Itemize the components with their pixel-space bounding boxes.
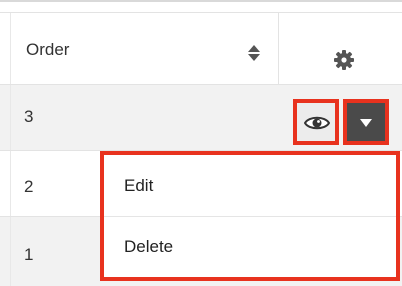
table-row[interactable]: 3: [0, 85, 402, 151]
order-cell: 1: [24, 245, 34, 264]
top-divider: [0, 0, 402, 2]
row-actions-menu: Edit Delete: [100, 151, 400, 281]
order-column-header[interactable]: Order: [26, 40, 69, 60]
preview-button[interactable]: [293, 99, 339, 145]
row-actions-dropdown-button[interactable]: [343, 99, 389, 145]
records-table: Order 3 2 1 Edit Delete: [0, 0, 402, 286]
gear-icon[interactable]: [333, 49, 355, 71]
column-divider: [10, 151, 11, 216]
order-cell: 2: [24, 177, 34, 196]
order-cell: 3: [24, 107, 34, 126]
column-divider: [10, 13, 11, 84]
eye-icon: [304, 116, 330, 130]
column-divider: [10, 217, 11, 286]
delete-menu-item[interactable]: Delete: [104, 217, 396, 277]
table-header-row: Order: [0, 12, 402, 85]
column-divider: [10, 85, 11, 150]
sort-updown-icon[interactable]: [247, 43, 261, 63]
caret-down-icon: [360, 119, 372, 127]
column-divider: [278, 13, 279, 84]
edit-menu-item[interactable]: Edit: [104, 155, 396, 217]
